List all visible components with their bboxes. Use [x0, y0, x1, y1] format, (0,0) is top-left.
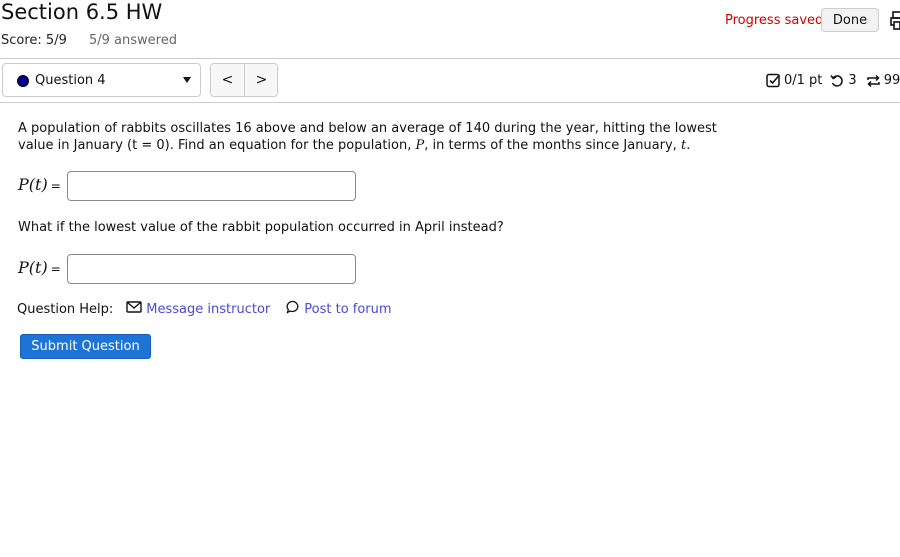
print-icon[interactable] [890, 11, 900, 31]
followup-question: What if the lowest value of the rabbit p… [18, 220, 504, 235]
var-p: P [415, 138, 425, 153]
done-button[interactable]: Done [821, 8, 879, 32]
page-title: Section 6.5 HW [1, 0, 163, 24]
question-meta: 0/1 pt 3 99 [766, 73, 900, 88]
progress-status: Progress saved [725, 13, 824, 28]
answer1-input[interactable] [67, 171, 356, 201]
previous-question-button[interactable]: < [211, 64, 245, 96]
question-text: A population of rabbits oscillates 16 ab… [18, 121, 717, 153]
attempts-icon [866, 74, 881, 88]
message-instructor-link[interactable]: Message instructor [126, 301, 270, 317]
checkbox-icon [766, 73, 781, 88]
next-question-button[interactable]: > [245, 64, 278, 96]
question-nav-group: < > [210, 63, 278, 97]
question-help-label: Question Help: [17, 301, 114, 317]
answer2-label: P(t) = [18, 258, 61, 277]
post-to-forum-link[interactable]: Post to forum [286, 300, 392, 318]
envelope-icon [126, 301, 142, 317]
score-text: Score: 5/9 [1, 33, 67, 48]
caret-down-icon [183, 77, 191, 83]
attempts-count: 99 [883, 73, 900, 88]
question-divider [0, 102, 900, 103]
answer2-input[interactable] [67, 254, 356, 284]
question-status-dot [17, 75, 29, 87]
answer1-label: P(t) = [18, 175, 61, 194]
question-select[interactable]: Question 4 [2, 63, 201, 97]
speech-bubble-icon [286, 300, 300, 318]
header-divider [0, 58, 900, 59]
retries-count: 3 [848, 73, 857, 88]
retry-icon [830, 74, 844, 88]
question-help: Question Help: Message instructor Post t… [17, 300, 392, 318]
answered-count: 5/9 answered [89, 33, 177, 48]
question-select-label: Question 4 [35, 73, 106, 88]
submit-question-button[interactable]: Submit Question [20, 334, 151, 359]
points-text: 0/1 pt [784, 73, 823, 88]
